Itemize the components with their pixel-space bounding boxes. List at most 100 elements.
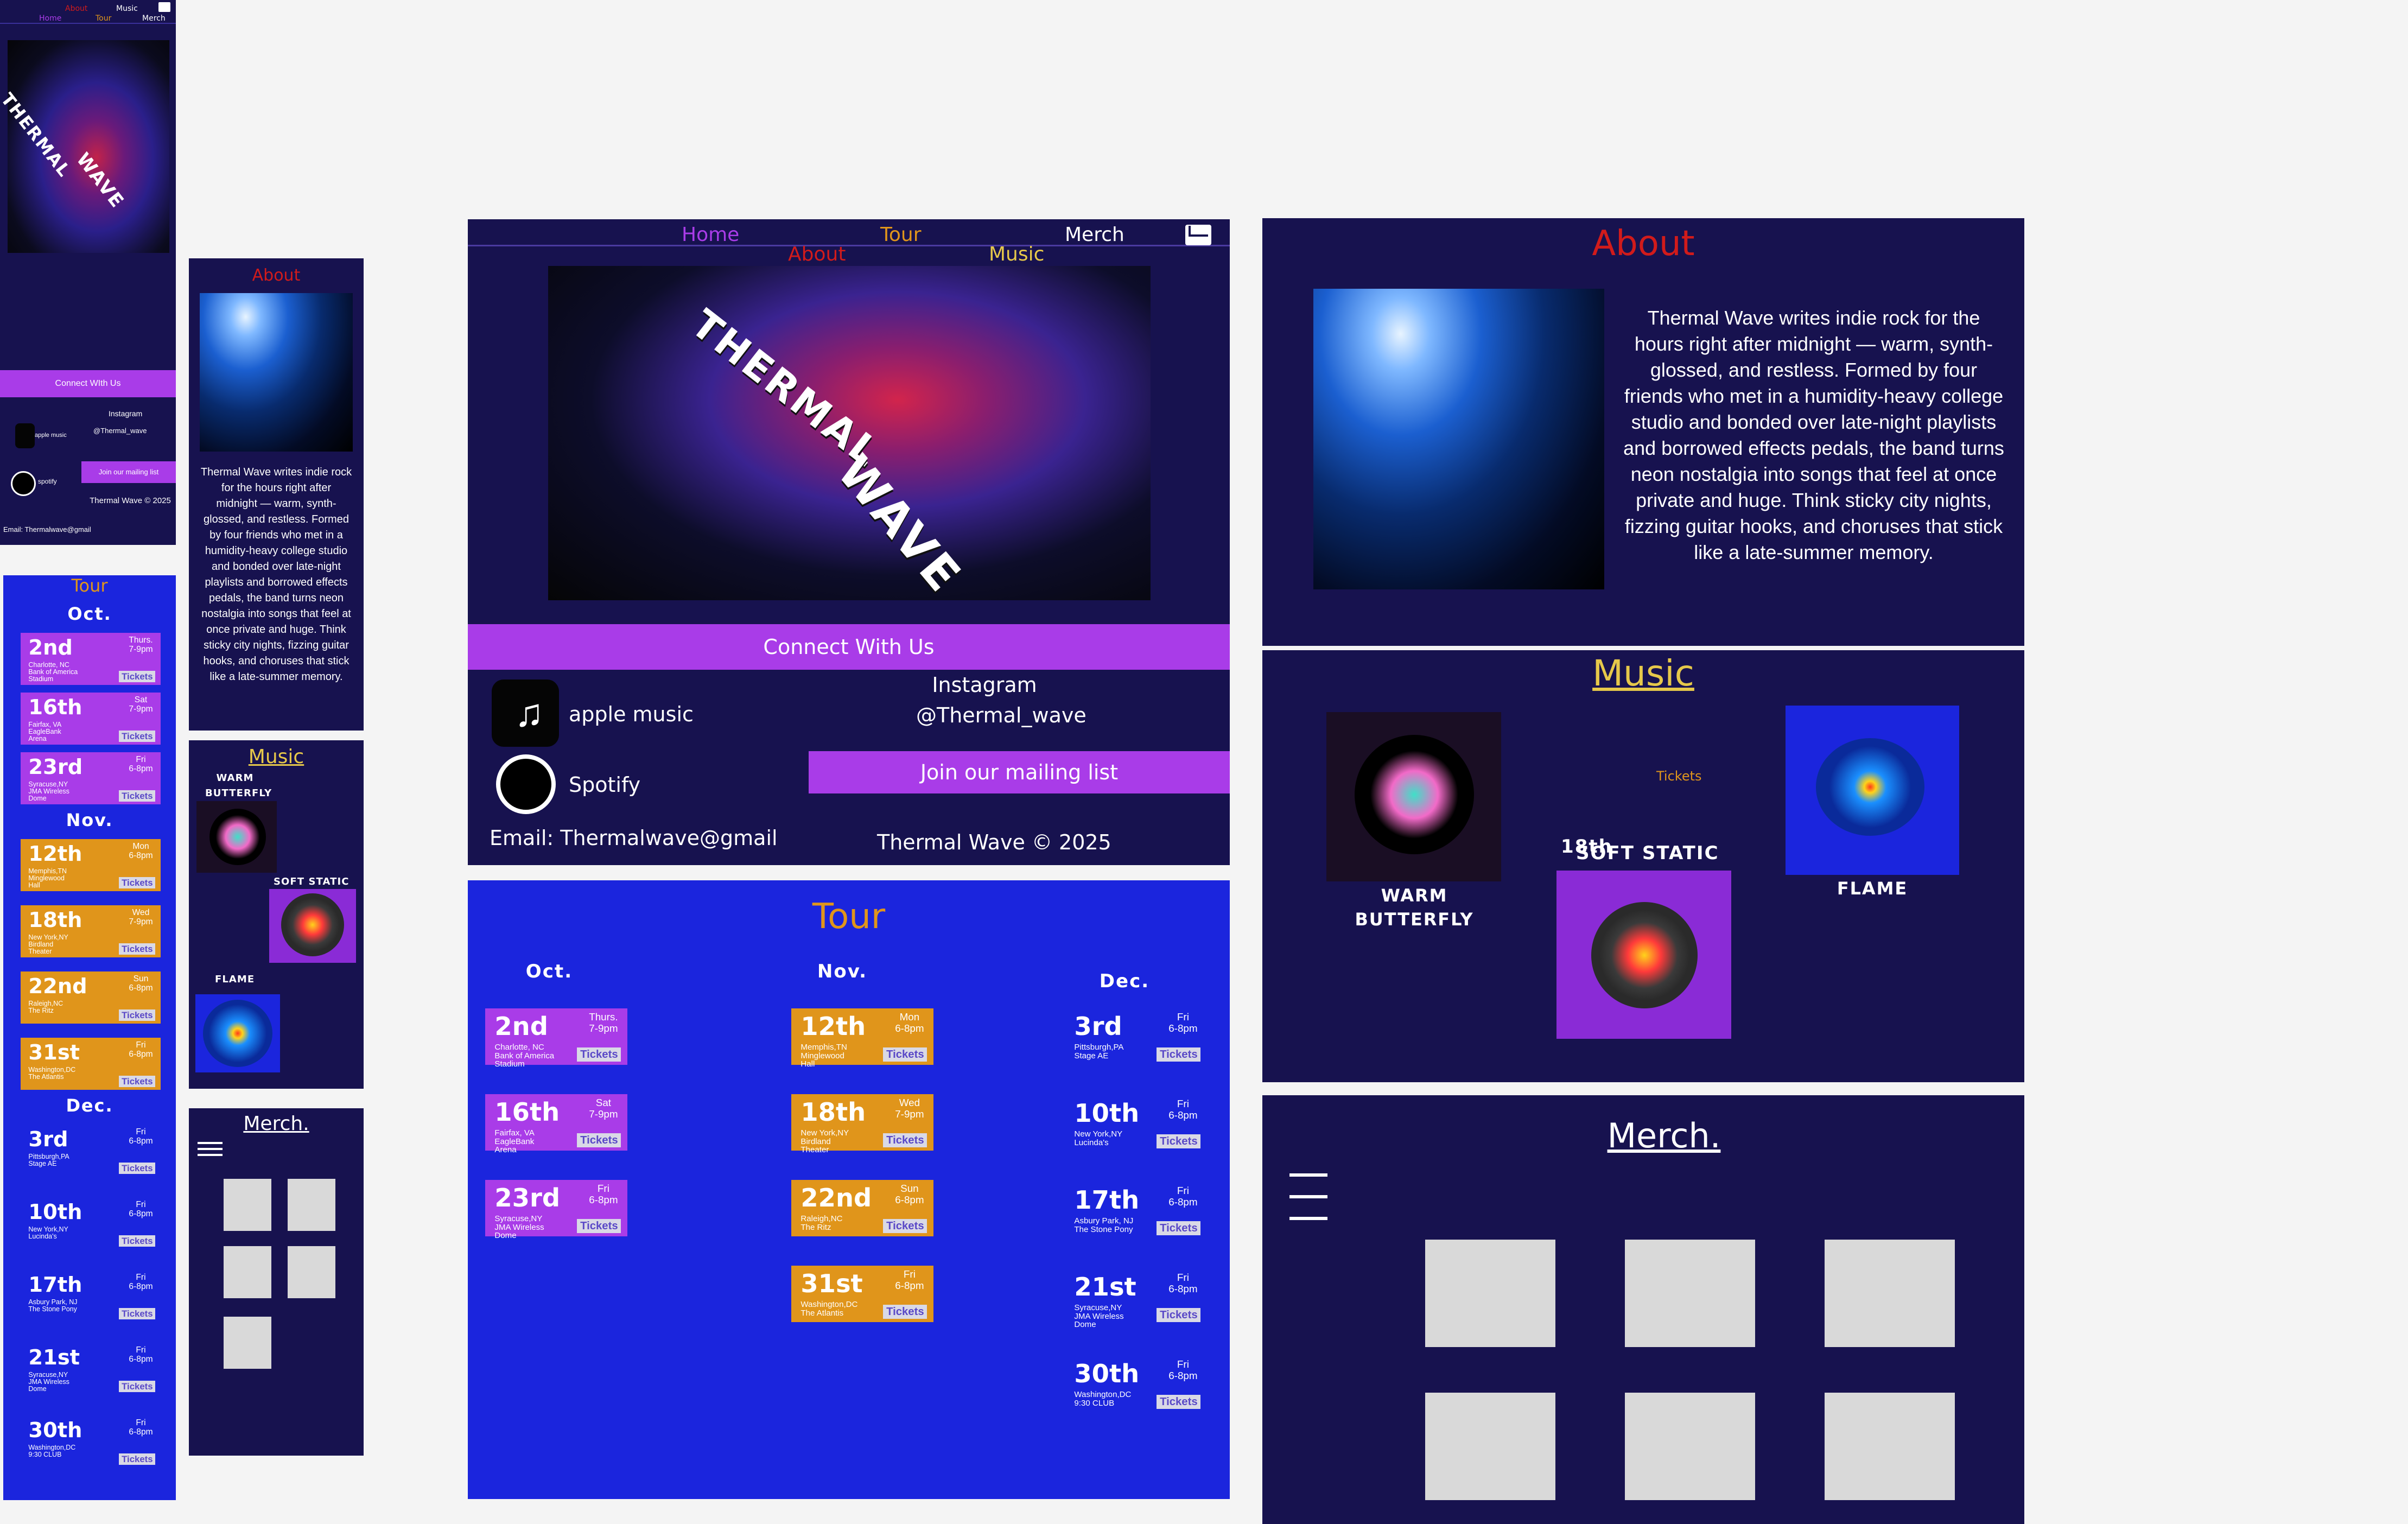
tickets-button[interactable]: Tickets [883, 1133, 927, 1148]
merch-item-2[interactable] [1625, 1240, 1755, 1347]
tour-card-day: 31st [28, 1040, 80, 1065]
mobile-instagram-handle[interactable]: @Thermal_wave [93, 427, 147, 435]
about-photo [1313, 289, 1604, 589]
tickets-button[interactable]: Tickets [119, 1009, 156, 1021]
tour-card: 17th Fri 6-8pm Asbury Park, NJ The Stone P… [1065, 1182, 1207, 1239]
album-1-label: Warm Butterfly [1355, 885, 1474, 930]
tour-card: 10th Fri 6-8pm New York,NY Lucinda's Ticket… [21, 1197, 161, 1249]
mailing-list-button[interactable]: Join our mailing list [809, 751, 1230, 793]
tour-card: 10th Fri 6-8pm New York,NY Lucinda's Ticket… [1065, 1095, 1207, 1152]
mobile-instagram-label[interactable]: Instagram [109, 409, 142, 418]
nav-tour[interactable]: Tour [880, 224, 922, 246]
tickets-button[interactable]: Tickets [1157, 1047, 1201, 1062]
mailing-list-label: Join our mailing list [920, 760, 1119, 784]
tickets-button[interactable]: Tickets [119, 1380, 156, 1393]
tickets-button[interactable]: Tickets [119, 790, 156, 802]
tour-card-day: 12th [28, 841, 82, 866]
mobile-spotify-icon[interactable] [11, 471, 36, 496]
desktop-merch-panel: Merch. [1262, 1095, 2024, 1524]
tour-card-day: 22nd [800, 1183, 872, 1212]
mobile-nav-home[interactable]: Home [39, 14, 61, 23]
mobile-month-oct: Oct. [67, 604, 112, 624]
tickets-button[interactable]: Tickets [883, 1305, 927, 1319]
tour-card: 30th Fri 6-8pm Washington,DC 9:30 CLUB Tick… [1065, 1356, 1207, 1412]
nav-home[interactable]: Home [682, 224, 739, 246]
mobile-hero-title-bottom: Wave [72, 149, 129, 213]
spotify-icon[interactable] [496, 754, 556, 814]
tickets-button[interactable]: Tickets [119, 1162, 156, 1174]
mobile-album-2-cover[interactable] [269, 889, 356, 963]
instagram-label[interactable]: Instagram [930, 673, 1039, 697]
mobile-hero-image: Thermal Wave [0, 40, 169, 253]
mobile-merch-item-4[interactable] [288, 1246, 335, 1298]
spotify-label[interactable]: Spotify [569, 773, 640, 797]
tour-card-venue: New York,NY Birdland Theater [28, 933, 68, 955]
tour-card-venue: Asbury Park, NJ The Stone Pony [28, 1298, 78, 1313]
nav-merch[interactable]: Merch [1065, 224, 1124, 246]
tickets-button[interactable]: Tickets [1157, 1308, 1201, 1323]
tickets-button[interactable]: Tickets [119, 1075, 156, 1088]
album-1-cover[interactable] [1326, 712, 1501, 881]
merch-item-4[interactable] [1425, 1393, 1555, 1500]
tickets-button[interactable]: Tickets [1157, 1395, 1201, 1409]
mail-icon[interactable] [1185, 225, 1211, 245]
nav-about[interactable]: About [788, 243, 846, 265]
mobile-album-3-cover[interactable] [195, 994, 280, 1072]
nav-music[interactable]: Music [989, 243, 1044, 265]
tour-card-time: Wed 7-9pm [129, 907, 153, 926]
mobile-nav-about[interactable]: About [65, 4, 87, 13]
tickets-link[interactable]: Tickets [1656, 769, 1702, 784]
tickets-button[interactable]: Tickets [119, 670, 156, 683]
mobile-spotify-label[interactable]: spotify [38, 478, 57, 485]
tickets-button[interactable]: Tickets [883, 1047, 927, 1062]
tour-card-venue: Washington,DC 9:30 CLUB [1074, 1389, 1132, 1408]
tickets-button[interactable]: Tickets [1157, 1221, 1201, 1236]
album-3-cover[interactable] [1786, 706, 1959, 875]
tickets-button[interactable]: Tickets [119, 730, 156, 742]
tickets-button[interactable]: Tickets [119, 877, 156, 889]
tickets-button[interactable]: Tickets [1157, 1134, 1201, 1149]
mobile-album-1-cover[interactable] [196, 801, 277, 873]
mobile-email[interactable]: Email: Thermalwave@gmail [3, 525, 91, 534]
mobile-merch-item-2[interactable] [288, 1179, 335, 1231]
mobile-about-title: About [252, 266, 301, 285]
tickets-button[interactable]: Tickets [119, 1307, 156, 1320]
mobile-about-text: Thermal Wave writes indie rock for the h… [200, 466, 352, 683]
email-text[interactable]: Email: Thermalwave@gmail [490, 826, 778, 850]
tour-card-day: 21st [1074, 1272, 1136, 1301]
mobile-mailing-button[interactable]: Join our mailing list [81, 461, 176, 483]
album-2-cover[interactable] [1556, 871, 1731, 1039]
tickets-button[interactable]: Tickets [577, 1219, 621, 1234]
mobile-nav-tour[interactable]: Tour [96, 14, 111, 23]
tour-card-time: Thurs. 7-9pm [589, 1011, 618, 1034]
merch-item-5[interactable] [1625, 1393, 1755, 1500]
merch-menu-icon-bar [1289, 1195, 1327, 1198]
tickets-button[interactable]: Tickets [119, 943, 156, 955]
merch-item-1[interactable] [1425, 1240, 1555, 1347]
tickets-button[interactable]: Tickets [577, 1047, 621, 1062]
apple-music-icon[interactable]: ♫ [492, 680, 559, 747]
tickets-button[interactable]: Tickets [577, 1133, 621, 1148]
tickets-button[interactable]: Tickets [119, 1235, 156, 1247]
merch-item-6[interactable] [1825, 1393, 1955, 1500]
mobile-nav-merch[interactable]: Merch [142, 14, 166, 23]
mobile-apple-music-label[interactable]: apple music [35, 432, 67, 439]
mobile-mail-icon[interactable] [158, 2, 170, 12]
tickets-button[interactable]: Tickets [119, 1453, 156, 1465]
desktop-about-panel: About Thermal Wave writes indie rock for… [1262, 218, 2024, 646]
merch-menu-icon[interactable] [1289, 1173, 1327, 1220]
mobile-apple-music-icon[interactable] [15, 423, 35, 448]
mobile-merch-item-1[interactable] [224, 1179, 271, 1231]
connect-title: Connect With Us [763, 635, 935, 659]
mobile-merch-item-5[interactable] [224, 1317, 271, 1369]
mobile-merch-menu-icon[interactable] [198, 1142, 223, 1156]
merch-item-3[interactable] [1825, 1240, 1955, 1347]
apple-music-label[interactable]: apple music [569, 702, 694, 726]
mobile-nav-music[interactable]: Music [116, 4, 138, 13]
tour-card-time: Fri 6-8pm [1168, 1011, 1198, 1034]
mobile-merch-item-3[interactable] [224, 1246, 271, 1298]
tour-card-venue: New York,NY Birdland Theater [800, 1128, 849, 1155]
mobile-month-nov: Nov. [66, 810, 113, 830]
tickets-button[interactable]: Tickets [883, 1219, 927, 1234]
instagram-handle[interactable]: @Thermal_wave [916, 703, 1087, 727]
